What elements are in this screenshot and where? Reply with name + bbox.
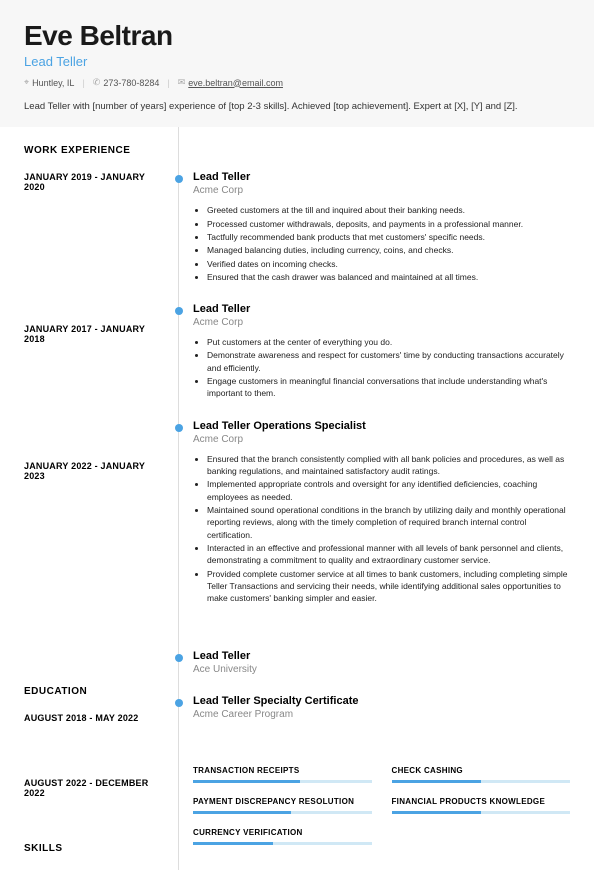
work-experience-label: WORK EXPERIENCE xyxy=(24,145,166,156)
date-range: JANUARY 2022 - JANUARY 2023 xyxy=(24,461,166,666)
education-label: EDUCATION xyxy=(24,686,166,697)
skill-name: CURRENCY VERIFICATION xyxy=(193,828,372,837)
phone-icon: ✆ xyxy=(93,77,101,88)
skill-fill xyxy=(193,842,273,845)
skill-bar xyxy=(193,811,372,814)
separator: | xyxy=(167,78,169,88)
bullet: Processed customer withdrawals, deposits… xyxy=(207,218,570,230)
bullets: Ensured that the branch consistently com… xyxy=(193,453,570,605)
email: ✉eve.beltran@email.com xyxy=(178,77,283,88)
date-text: AUGUST 2022 - DECEMBER 2022 xyxy=(24,778,166,798)
bullet: Maintained sound operational conditions … xyxy=(207,504,570,541)
work-entry: Lead Teller Operations Specialist Acme C… xyxy=(193,420,570,605)
skill-name: PAYMENT DISCREPANCY RESOLUTION xyxy=(193,797,372,806)
skills-grid: TRANSACTION RECEIPTS CHECK CASHING PAYME… xyxy=(193,766,570,845)
date-text: AUGUST 2018 - MAY 2022 xyxy=(24,713,166,723)
date-text: JANUARY 2017 - JANUARY 2018 xyxy=(24,324,166,344)
bullets: Greeted customers at the till and inquir… xyxy=(193,204,570,283)
mail-icon: ✉ xyxy=(178,77,186,88)
job-title: Lead Teller xyxy=(193,303,570,315)
company: Acme Corp xyxy=(193,434,570,445)
bullet: Verified dates on incoming checks. xyxy=(207,258,570,270)
skill-bar xyxy=(193,780,372,783)
email-link[interactable]: eve.beltran@email.com xyxy=(188,78,283,88)
date-text: JANUARY 2019 - JANUARY 2020 xyxy=(24,172,166,192)
skill-fill xyxy=(392,811,481,814)
resume-page: Eve Beltran Lead Teller ⌖Huntley, IL | ✆… xyxy=(0,0,594,894)
skill-fill xyxy=(392,780,481,783)
date-text: JANUARY 2022 - JANUARY 2023 xyxy=(24,461,166,481)
right-column: Lead Teller Acme Corp Greeted customers … xyxy=(179,127,570,870)
bullet: Greeted customers at the till and inquir… xyxy=(207,204,570,216)
skill-fill xyxy=(193,811,291,814)
job-title-header: Lead Teller xyxy=(24,54,570,69)
bullet: Engage customers in meaningful financial… xyxy=(207,375,570,400)
job-title: Lead Teller xyxy=(193,171,570,183)
body: WORK EXPERIENCE JANUARY 2019 - JANUARY 2… xyxy=(0,127,594,894)
phone: ✆273-780-8284 xyxy=(93,77,160,88)
company: Acme Corp xyxy=(193,317,570,328)
header: Eve Beltran Lead Teller ⌖Huntley, IL | ✆… xyxy=(0,0,594,127)
separator: | xyxy=(82,78,84,88)
date-range: JANUARY 2019 - JANUARY 2020 xyxy=(24,172,166,304)
skill-name: FINANCIAL PRODUCTS KNOWLEDGE xyxy=(392,797,571,806)
skill-name: TRANSACTION RECEIPTS xyxy=(193,766,372,775)
timeline-dot xyxy=(175,424,183,432)
contact-row: ⌖Huntley, IL | ✆273-780-8284 | ✉eve.belt… xyxy=(24,77,570,88)
pin-icon: ⌖ xyxy=(24,77,29,88)
degree-title: Lead Teller xyxy=(193,650,570,662)
school: Ace University xyxy=(193,664,570,675)
timeline-dot xyxy=(175,307,183,315)
bullet: Put customers at the center of everythin… xyxy=(207,336,570,348)
education-entry: Lead Teller Ace University xyxy=(193,650,570,675)
degree-title: Lead Teller Specialty Certificate xyxy=(193,695,570,707)
job-title: Lead Teller Operations Specialist xyxy=(193,420,570,432)
bullet: Interacted in an effective and professio… xyxy=(207,542,570,567)
bullet: Managed balancing duties, including curr… xyxy=(207,244,570,256)
skill: CHECK CASHING xyxy=(392,766,571,783)
work-entry: Lead Teller Acme Corp Greeted customers … xyxy=(193,171,570,283)
date-range: AUGUST 2022 - DECEMBER 2022 xyxy=(24,778,166,823)
education-entry: Lead Teller Specialty Certificate Acme C… xyxy=(193,695,570,720)
skill: FINANCIAL PRODUCTS KNOWLEDGE xyxy=(392,797,571,814)
skill-fill xyxy=(193,780,300,783)
skill-bar xyxy=(392,780,571,783)
name: Eve Beltran xyxy=(24,20,570,52)
bullet: Tactfully recommended bank products that… xyxy=(207,231,570,243)
school: Acme Career Program xyxy=(193,709,570,720)
skill-bar xyxy=(392,811,571,814)
location: ⌖Huntley, IL xyxy=(24,77,74,88)
bullet: Provided complete customer service at al… xyxy=(207,568,570,605)
work-entry: Lead Teller Acme Corp Put customers at t… xyxy=(193,303,570,400)
skill-name: CHECK CASHING xyxy=(392,766,571,775)
bullet: Ensured that the branch consistently com… xyxy=(207,453,570,478)
bullets: Put customers at the center of everythin… xyxy=(193,336,570,400)
company: Acme Corp xyxy=(193,185,570,196)
timeline-dot xyxy=(175,175,183,183)
bullet: Ensured that the cash drawer was balance… xyxy=(207,271,570,283)
skill: CURRENCY VERIFICATION xyxy=(193,828,372,845)
skills-label: SKILLS xyxy=(24,843,166,854)
summary: Lead Teller with [number of years] exper… xyxy=(24,100,570,113)
date-range: JANUARY 2017 - JANUARY 2018 xyxy=(24,324,166,441)
date-range: AUGUST 2018 - MAY 2022 xyxy=(24,713,166,758)
skill-bar xyxy=(193,842,372,845)
bullet: Demonstrate awareness and respect for cu… xyxy=(207,349,570,374)
left-column: WORK EXPERIENCE JANUARY 2019 - JANUARY 2… xyxy=(24,127,179,870)
skill: TRANSACTION RECEIPTS xyxy=(193,766,372,783)
skill: PAYMENT DISCREPANCY RESOLUTION xyxy=(193,797,372,814)
bullet: Implemented appropriate controls and ove… xyxy=(207,478,570,503)
